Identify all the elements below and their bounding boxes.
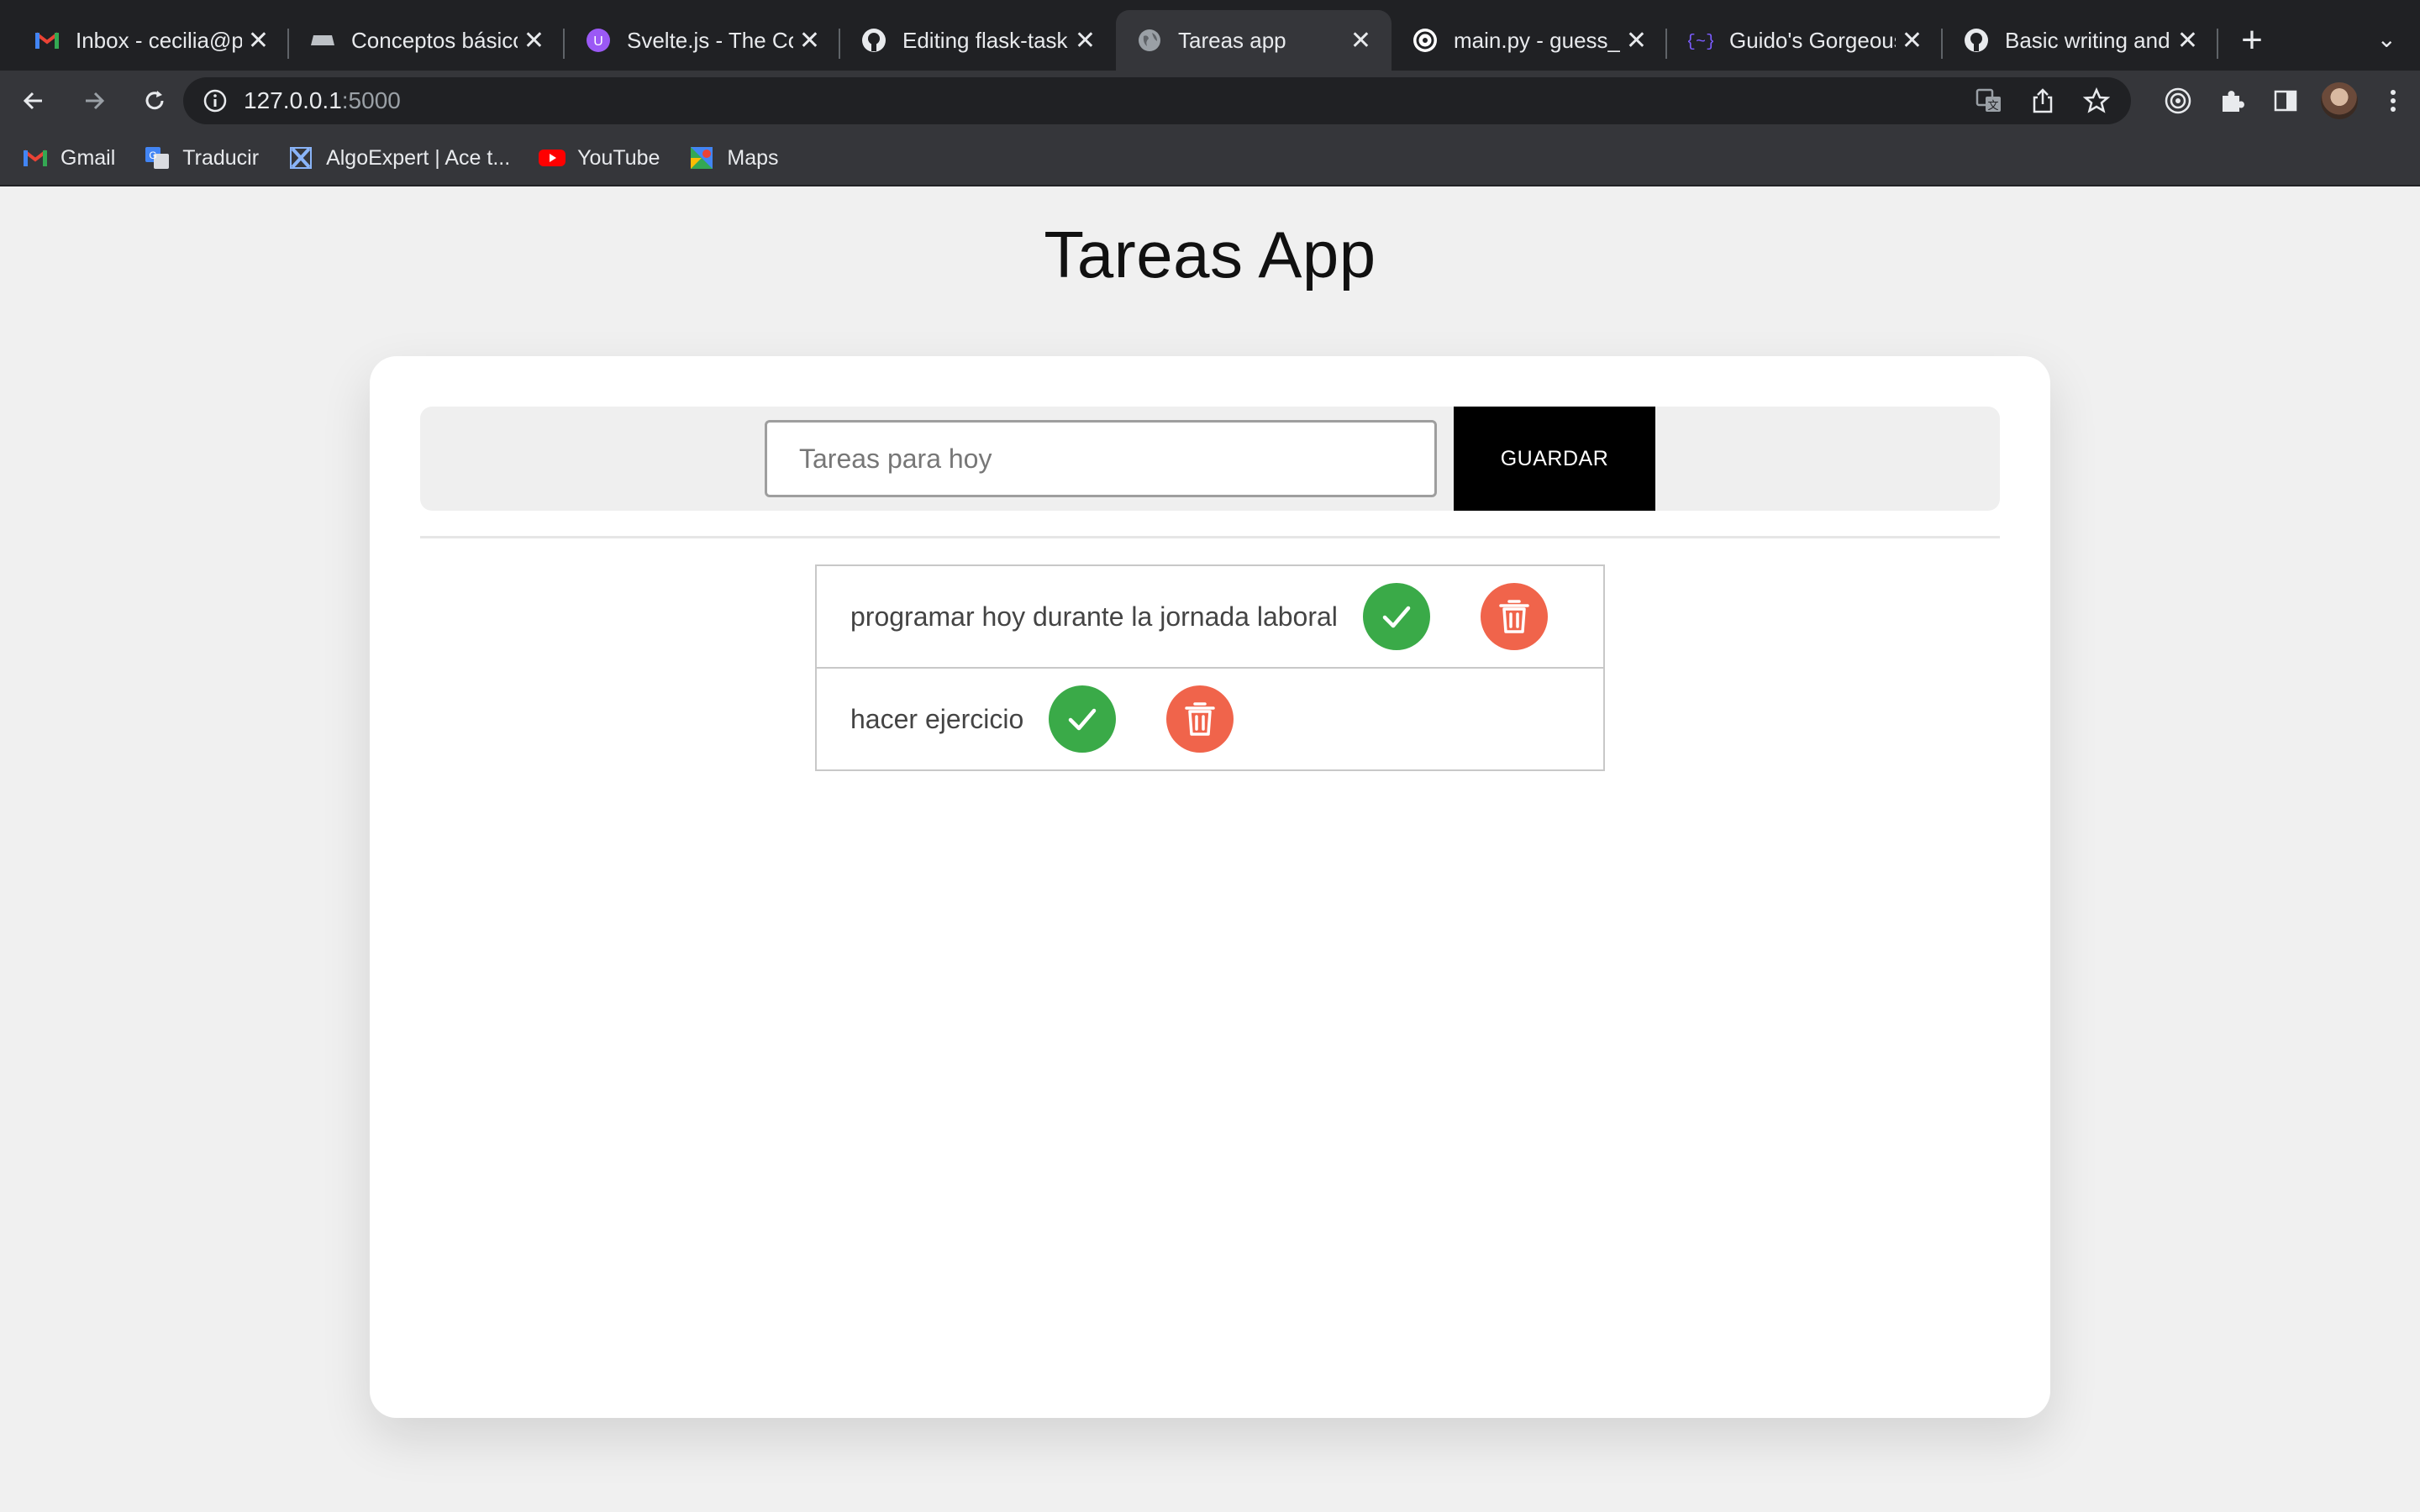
bookmark-star-icon[interactable]	[2082, 86, 2111, 116]
address-bar[interactable]: 127.0.0.1:5000 文	[183, 77, 2131, 124]
close-icon[interactable]: ✕	[1896, 26, 1923, 55]
arrow-left-icon	[23, 92, 42, 110]
svg-text:G: G	[150, 150, 157, 161]
info-icon[interactable]	[202, 87, 229, 114]
reload-button[interactable]	[128, 74, 182, 128]
url-port: :5000	[341, 87, 401, 113]
tab-guidos-gorgeous[interactable]: {~} Guido's Gorgeous ✕	[1667, 10, 1943, 71]
tab-tareas-app[interactable]: Tareas app ✕	[1116, 10, 1392, 71]
complete-task-button[interactable]	[1362, 583, 1430, 650]
extension-target-icon[interactable]	[2151, 77, 2205, 124]
complete-task-button[interactable]	[1049, 685, 1117, 753]
svelte-icon: U	[585, 27, 612, 54]
task-text: programar hoy durante la jornada laboral	[850, 601, 1338, 632]
close-icon[interactable]: ✕	[2171, 26, 2198, 55]
kebab-menu-icon[interactable]	[2366, 77, 2420, 124]
save-button[interactable]: GUARDAR	[1454, 407, 1655, 511]
replit-icon	[1412, 27, 1439, 54]
bracket-icon: {~}	[1687, 27, 1714, 54]
url-host: 127.0.0.1	[244, 87, 342, 113]
tab-title: Svelte.js - The Co	[627, 27, 793, 53]
tab-strip: Inbox - cecilia@p ✕ Conceptos básico ✕ U…	[0, 0, 2420, 71]
tab-title: Inbox - cecilia@p	[76, 27, 242, 53]
bookmarks-bar: Gmail G Traducir AlgoExpert | Ace t... Y…	[0, 131, 2420, 186]
task-item: programar hoy durante la jornada laboral	[815, 564, 1605, 669]
svg-text:U: U	[593, 34, 603, 49]
tab-conceptos[interactable]: Conceptos básico ✕	[289, 10, 565, 71]
new-tab-button[interactable]: +	[2228, 10, 2275, 71]
task-list: programar hoy durante la jornada laboral…	[815, 564, 1605, 771]
forward-button[interactable]	[67, 74, 121, 128]
tab-basic-writing[interactable]: Basic writing and ✕	[1943, 10, 2218, 71]
task-text: hacer ejercicio	[850, 703, 1024, 734]
tab-title: Basic writing and	[2005, 27, 2170, 53]
close-icon[interactable]: ✕	[242, 26, 269, 55]
task-card: GUARDAR programar hoy durante la jornada…	[370, 356, 2050, 1418]
share-icon[interactable]	[2028, 86, 2057, 116]
bookmark-label: YouTube	[577, 145, 660, 170]
toolbar-actions	[2151, 77, 2420, 124]
github-icon	[860, 27, 887, 54]
delete-task-button[interactable]	[1480, 583, 1548, 650]
translate-icon[interactable]: 文	[1975, 86, 2003, 116]
bookmark-label: Maps	[727, 145, 779, 170]
delete-task-button[interactable]	[1166, 685, 1234, 753]
side-panel-icon[interactable]	[2259, 77, 2312, 124]
chevron-down-icon[interactable]: ⌄	[2377, 25, 2396, 53]
keyboard-icon	[309, 27, 336, 54]
bookmark-gmail[interactable]: Gmail	[22, 144, 115, 171]
bookmark-maps[interactable]: Maps	[688, 144, 779, 171]
extensions-puzzle-icon[interactable]	[2205, 77, 2259, 124]
profile-avatar-button[interactable]	[2312, 77, 2366, 124]
page-viewport: Tareas App GUARDAR programar hoy durante…	[0, 186, 2420, 1512]
bookmark-label: AlgoExpert | Ace t...	[326, 145, 511, 170]
close-icon[interactable]: ✕	[1344, 26, 1371, 55]
translate-icon: G	[144, 144, 171, 171]
tab-title: Guido's Gorgeous	[1729, 27, 1896, 53]
globe-icon	[1136, 27, 1163, 54]
back-button[interactable]	[7, 74, 60, 128]
check-icon	[1382, 606, 1411, 628]
bookmark-youtube[interactable]: YouTube	[539, 144, 660, 171]
tab-editing-flask[interactable]: Editing flask-task ✕	[840, 10, 1116, 71]
close-icon[interactable]: ✕	[793, 26, 820, 55]
check-icon	[1069, 708, 1097, 731]
tab-main-py[interactable]: main.py - guess_ ✕	[1392, 10, 1667, 71]
tab-gmail-inbox[interactable]: Inbox - cecilia@p ✕	[13, 10, 289, 71]
bookmark-traducir[interactable]: G Traducir	[144, 144, 259, 171]
svg-text:文: 文	[1987, 99, 1998, 112]
bookmark-label: Gmail	[60, 145, 116, 170]
maps-icon	[688, 144, 715, 171]
page-title: Tareas App	[1044, 218, 1376, 291]
divider	[420, 536, 2000, 538]
arrow-right-icon	[86, 92, 105, 110]
close-icon[interactable]: ✕	[518, 26, 544, 55]
url-text: 127.0.0.1:5000	[244, 87, 401, 114]
bookmark-label: Traducir	[182, 145, 260, 170]
tab-title: main.py - guess_	[1454, 27, 1620, 53]
algoexpert-icon	[287, 144, 314, 171]
task-input[interactable]	[765, 420, 1437, 497]
task-form: GUARDAR	[420, 407, 2000, 511]
gmail-icon	[22, 144, 49, 171]
svg-text:{~}: {~}	[1688, 33, 1713, 52]
trash-icon	[1499, 600, 1529, 633]
close-icon[interactable]: ✕	[1069, 26, 1096, 55]
tab-title: Conceptos básico	[351, 27, 518, 53]
github-icon	[1963, 27, 1990, 54]
browser-toolbar: 127.0.0.1:5000 文	[0, 71, 2420, 131]
youtube-icon	[539, 144, 566, 171]
close-icon[interactable]: ✕	[1620, 26, 1647, 55]
tab-title: Editing flask-task	[902, 27, 1068, 53]
trash-icon	[1185, 702, 1216, 736]
avatar	[2321, 82, 2358, 119]
reload-icon	[145, 91, 164, 110]
bookmark-algoexpert[interactable]: AlgoExpert | Ace t...	[287, 144, 510, 171]
tab-title: Tareas app	[1178, 27, 1286, 53]
gmail-icon	[34, 27, 60, 54]
tab-svelte[interactable]: U Svelte.js - The Co ✕	[565, 10, 840, 71]
task-item: hacer ejercicio	[815, 667, 1605, 771]
tab-separator	[2217, 29, 2218, 59]
